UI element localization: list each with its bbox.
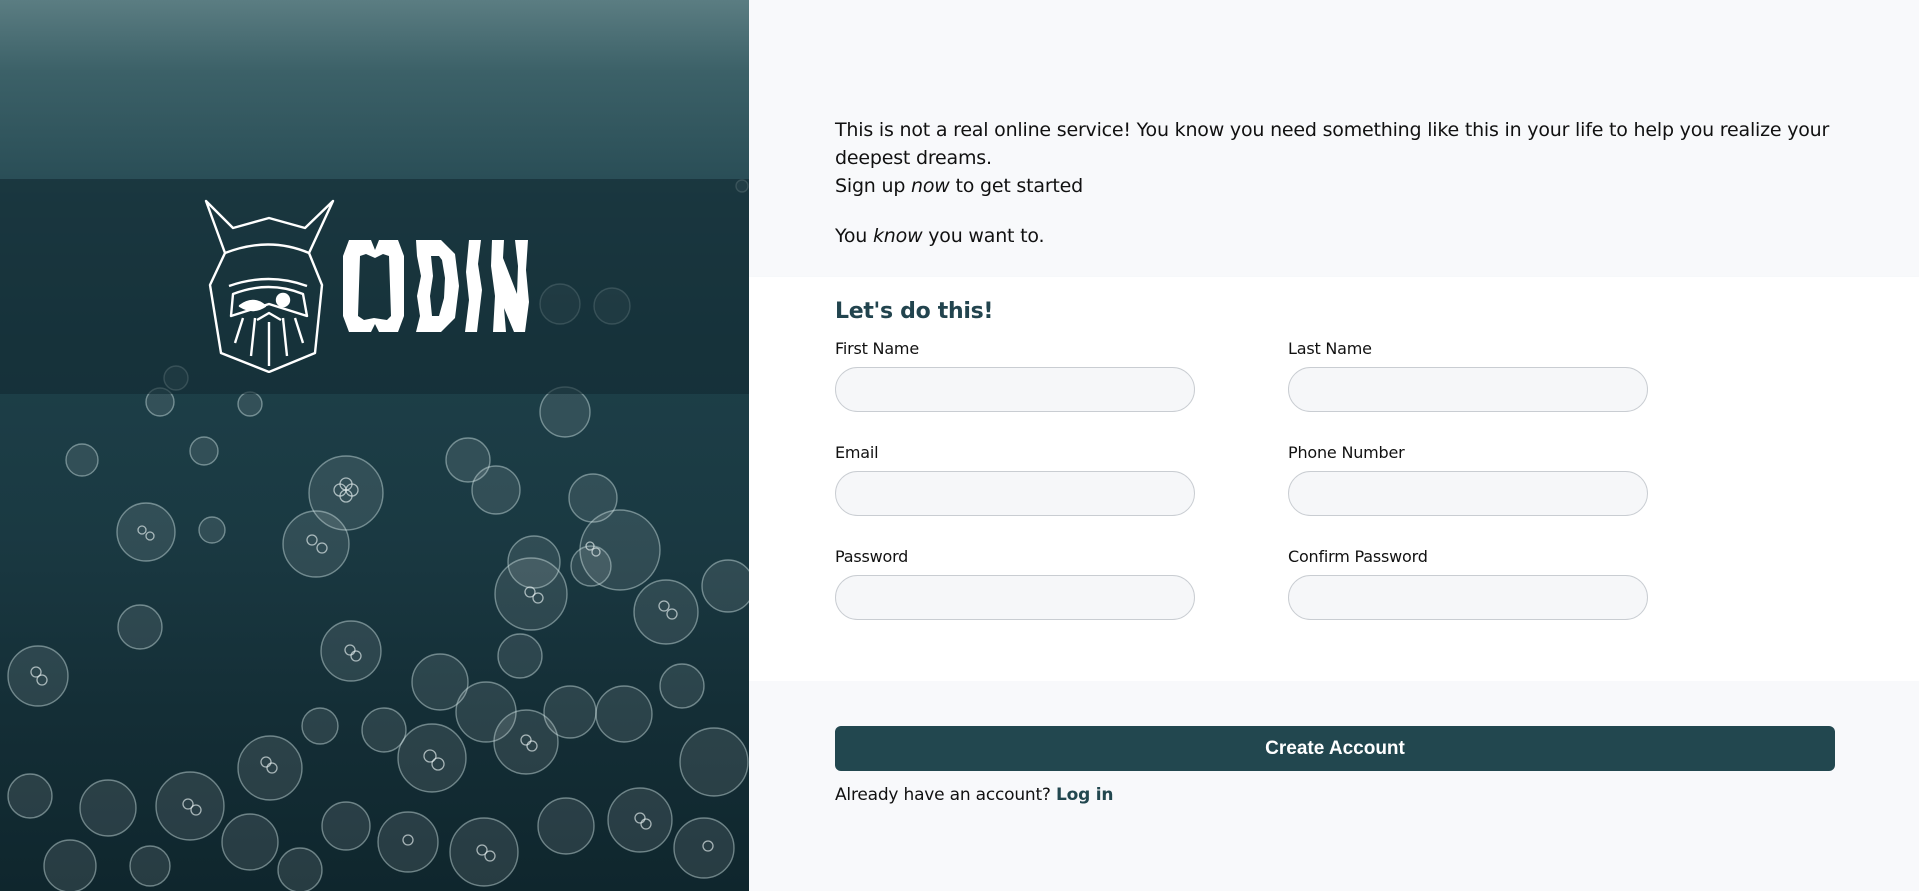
intro-section: This is not a real online service! You k… [749, 0, 1919, 277]
confirm-password-input[interactable] [1288, 575, 1648, 620]
create-account-button[interactable]: Create Account [835, 726, 1835, 771]
actions-section: Create Account Already have an account? … [749, 681, 1919, 891]
hero-panel [0, 0, 749, 891]
phone-label: Phone Number [1288, 443, 1405, 462]
intro-line-1: This is not a real online service! You k… [835, 119, 1830, 169]
phone-input[interactable] [1288, 471, 1648, 516]
intro-line-3-prefix: You [835, 225, 873, 247]
login-link[interactable]: Log in [1056, 785, 1114, 805]
form-title: Let's do this! [835, 299, 994, 324]
first-name-field-group: First Name [835, 339, 1195, 412]
first-name-input[interactable] [835, 367, 1195, 412]
confirm-password-field-group: Confirm Password [1288, 547, 1648, 620]
first-name-label: First Name [835, 339, 919, 358]
password-input[interactable] [835, 575, 1195, 620]
last-name-label: Last Name [1288, 339, 1372, 358]
brand-logo [204, 199, 529, 373]
phone-field-group: Phone Number [1288, 443, 1648, 516]
email-label: Email [835, 443, 879, 462]
intro-tagline: You know you want to. [835, 222, 1835, 250]
last-name-field-group: Last Name [1288, 339, 1648, 412]
email-field-group: Email [835, 443, 1195, 516]
intro-text: This is not a real online service! You k… [835, 116, 1835, 200]
confirm-password-label: Confirm Password [1288, 547, 1428, 566]
signup-panel: This is not a real online service! You k… [749, 0, 1919, 891]
login-prompt-line: Already have an account? Log in [835, 785, 1919, 805]
last-name-input[interactable] [1288, 367, 1648, 412]
intro-line-2-prefix: Sign up [835, 175, 912, 197]
intro-line-3-suffix: you want to. [922, 225, 1045, 247]
password-field-group: Password [835, 547, 1195, 620]
signup-page: This is not a real online service! You k… [0, 0, 1919, 891]
email-input[interactable] [835, 471, 1195, 516]
intro-emphasis-know: know [873, 225, 923, 247]
form-grid: First Name Last Name Email Phone Number … [835, 339, 1919, 620]
login-prompt-text: Already have an account? [835, 785, 1051, 805]
password-label: Password [835, 547, 909, 566]
intro-emphasis-now: now [911, 175, 950, 197]
viking-helmet-icon [204, 199, 335, 373]
jellyfish-background [7, 179, 749, 891]
signup-form: Let's do this! First Name Last Name Emai… [749, 277, 1919, 681]
intro-line-2-suffix: to get started [949, 175, 1084, 197]
